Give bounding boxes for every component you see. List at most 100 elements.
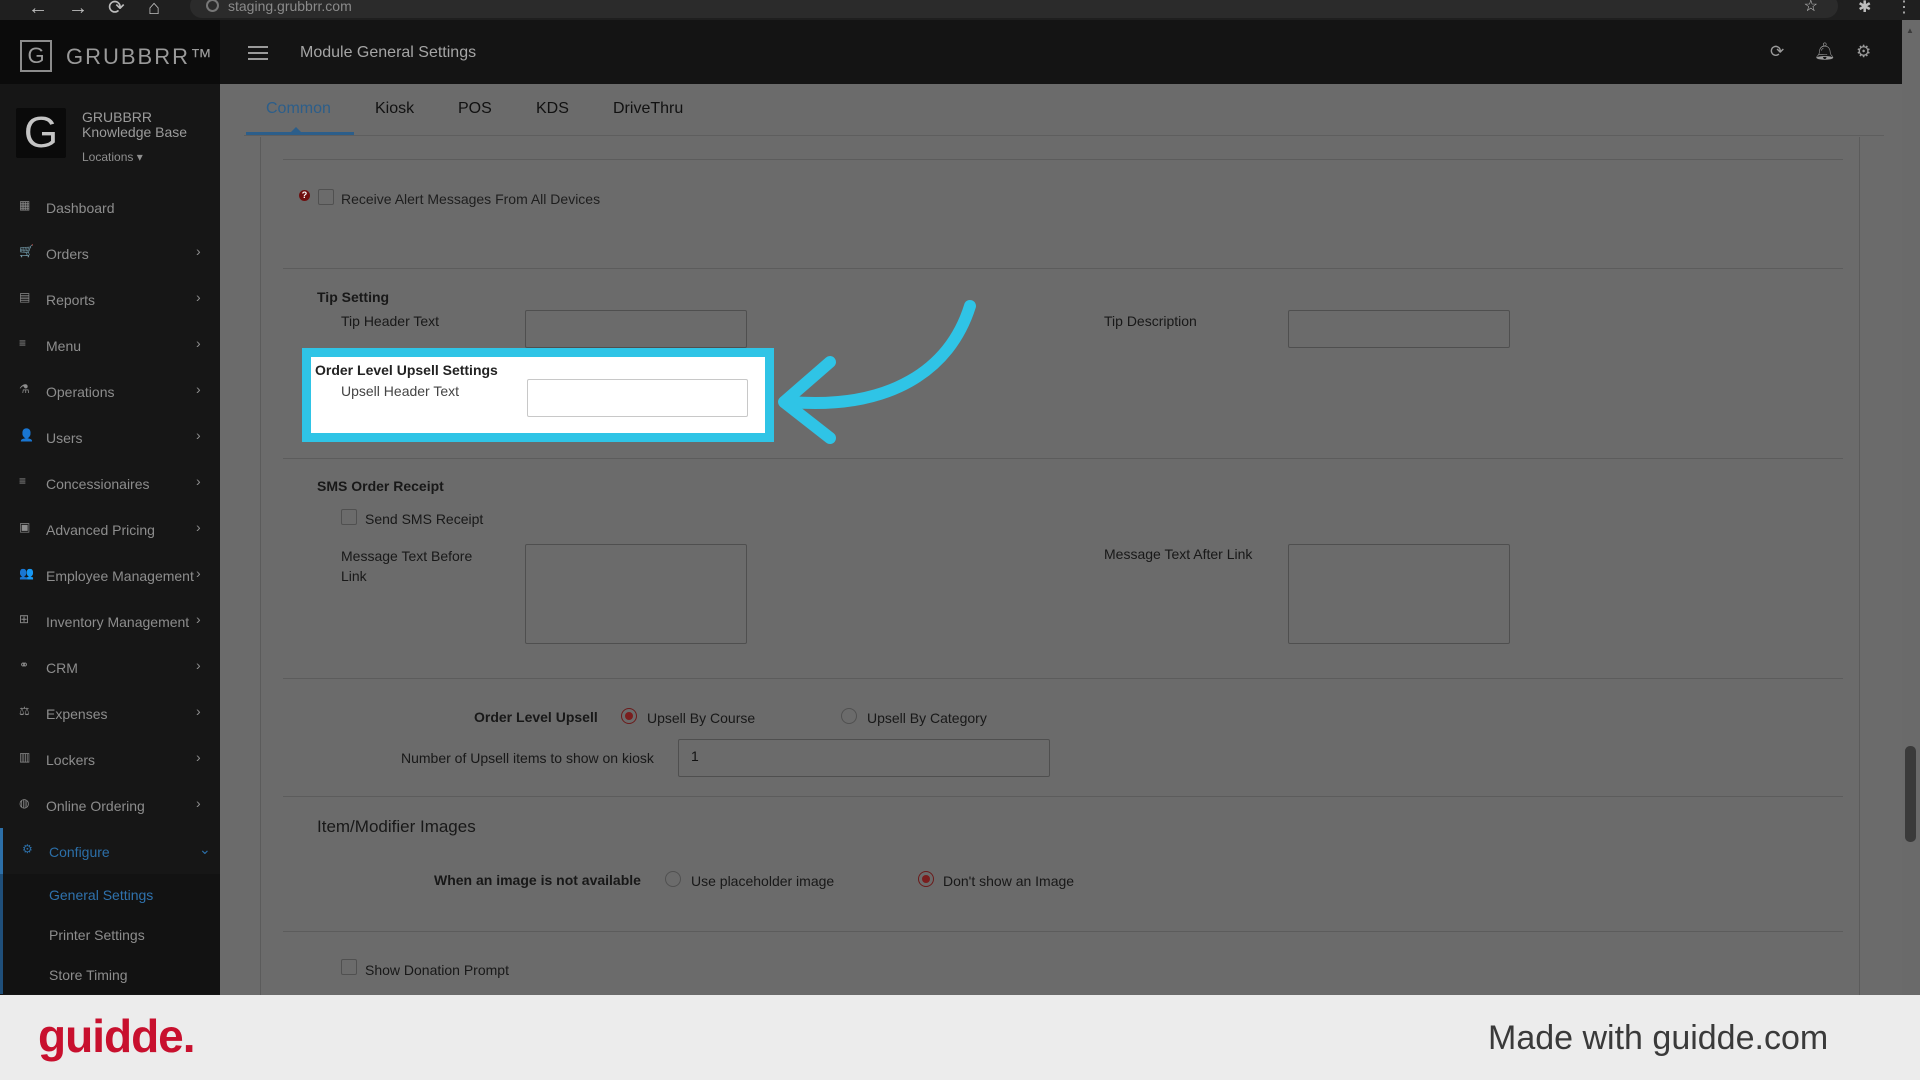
chevron-right-icon: › — [196, 657, 201, 673]
upsell-header-label: Upsell Header Text — [341, 383, 460, 399]
locations-dropdown[interactable]: Locations ▾ — [82, 150, 143, 164]
forward-icon[interactable]: → — [68, 0, 88, 20]
flask-icon: ⚗ — [19, 382, 30, 396]
sidebar-subitem-printer-settings[interactable]: Printer Settings — [3, 914, 220, 954]
sidebar-item-inventory-management[interactable]: ⊞ Inventory Management › — [0, 598, 220, 644]
globe-icon: ◍ — [19, 796, 30, 810]
active-tab-caret — [291, 127, 301, 132]
sidebar-item-label: Menu — [46, 338, 82, 354]
tip-header-label: Tip Header Text — [341, 313, 440, 329]
sidebar-item-menu[interactable]: ≡ Menu › — [0, 322, 220, 368]
sidebar-item-orders[interactable]: 🛒 Orders › — [0, 230, 220, 276]
settings-tabs: Common Kiosk POS KDS DriveThru — [244, 84, 1884, 136]
settings-panel: ? Receive Alert Messages From All Device… — [260, 137, 1860, 995]
chevron-right-icon: › — [196, 749, 201, 765]
alert-messages-checkbox[interactable] — [318, 189, 334, 205]
sidebar-item-employee-management[interactable]: 👥 Employee Management › — [0, 552, 220, 598]
help-icon[interactable]: ? — [299, 190, 310, 201]
upsell-by-course-radio[interactable] — [621, 708, 637, 724]
back-icon[interactable]: ← — [28, 0, 48, 20]
home-icon[interactable]: ⌂ — [148, 0, 160, 20]
sidebar-item-operations[interactable]: ⚗ Operations › — [0, 368, 220, 414]
menu-list-icon: ≡ — [19, 336, 27, 350]
brand-header: G GRUBBRR™ — [0, 20, 220, 84]
sidebar-item-label: CRM — [46, 660, 78, 676]
link-icon: ⚭ — [19, 658, 30, 672]
scroll-thumb[interactable] — [1905, 746, 1916, 842]
sidebar-item-reports[interactable]: ▤ Reports › — [0, 276, 220, 322]
extensions-icon[interactable]: ✱ — [1858, 0, 1871, 20]
profile-name: GRUBBRR Knowledge Base — [82, 109, 188, 140]
divider — [283, 931, 1843, 932]
guidde-logo: guidde. — [38, 1010, 196, 1062]
sidebar-subitem-store-timing[interactable]: Store Timing — [3, 954, 220, 994]
tab-pos[interactable]: POS — [458, 100, 492, 118]
sidebar-item-label: Online Ordering — [46, 798, 145, 814]
sms-section-title: SMS Order Receipt — [317, 478, 444, 494]
list-icon: ≡ — [19, 474, 27, 488]
sidebar-item-label: Lockers — [46, 752, 96, 768]
tip-description-input[interactable] — [1288, 310, 1510, 348]
site-info-icon[interactable] — [206, 0, 219, 12]
sidebar-item-advanced-pricing[interactable]: ▣ Advanced Pricing › — [0, 506, 220, 552]
chevron-right-icon: › — [196, 795, 201, 811]
tab-kiosk[interactable]: Kiosk — [375, 100, 414, 118]
chevron-right-icon: › — [196, 243, 201, 259]
upsell-section-title: Order Level Upsell Settings — [315, 362, 498, 378]
browser-menu-icon[interactable]: ⋮ — [1896, 0, 1912, 20]
hamburger-menu-icon[interactable] — [248, 46, 268, 64]
sidebar-item-label: Users — [46, 430, 83, 446]
chevron-right-icon: › — [196, 519, 201, 535]
sidebar: G GRUBBRR™ G GRUBBRR Knowledge Base Loca… — [0, 20, 220, 995]
dont-show-image-radio[interactable] — [918, 871, 934, 887]
chevron-right-icon: › — [196, 427, 201, 443]
avatar: G — [16, 108, 66, 158]
bell-icon[interactable]: 🔔︎ — [1814, 42, 1836, 62]
donation-prompt-label: Show Donation Prompt — [365, 962, 509, 978]
sidebar-item-dashboard[interactable]: ▦ Dashboard — [0, 184, 220, 230]
page-scrollbar[interactable]: ▲ — [1902, 20, 1920, 995]
upsell-count-input[interactable]: 1 — [678, 739, 1050, 777]
users-icon: 👤 — [19, 428, 34, 442]
scroll-up-icon[interactable]: ▲ — [1906, 26, 1914, 35]
divider — [283, 678, 1843, 679]
refresh-icon[interactable]: ⟳ — [1770, 42, 1784, 62]
upsell-by-course-label: Upsell By Course — [647, 710, 756, 726]
address-bar[interactable]: staging.grubbrr.com ☆ — [190, 0, 1838, 18]
upsell-header-input[interactable] — [527, 379, 748, 417]
chevron-right-icon: › — [196, 473, 201, 489]
sidebar-item-expenses[interactable]: ⚖ Expenses › — [0, 690, 220, 736]
sidebar-item-configure[interactable]: ⚙ Configure ⌄ — [0, 828, 220, 874]
tip-header-input[interactable] — [525, 310, 747, 348]
order-level-upsell-label: Order Level Upsell — [474, 709, 598, 725]
send-sms-checkbox[interactable] — [341, 509, 357, 525]
upsell-by-category-radio[interactable] — [841, 708, 857, 724]
tab-common[interactable]: Common — [266, 100, 331, 118]
brand-name: GRUBBRR™ — [66, 44, 215, 69]
page-title: Module General Settings — [300, 44, 477, 61]
sidebar-item-crm[interactable]: ⚭ CRM › — [0, 644, 220, 690]
tab-kds[interactable]: KDS — [536, 100, 569, 118]
sidebar-item-label: Advanced Pricing — [46, 522, 155, 538]
sidebar-item-users[interactable]: 👤 Users › — [0, 414, 220, 460]
use-placeholder-radio[interactable] — [665, 871, 681, 887]
gear-icon: ⚙ — [22, 842, 33, 856]
sidebar-item-label: Concessionaires — [46, 476, 150, 492]
sidebar-item-online-ordering[interactable]: ◍ Online Ordering › — [0, 782, 220, 828]
settings-gear-icon[interactable]: ⚙ — [1856, 42, 1871, 62]
highlighted-upsell-settings: Order Level Upsell Settings Upsell Heade… — [302, 348, 774, 442]
active-tab-indicator — [246, 132, 354, 135]
msg-before-label: Message Text Before Link — [341, 548, 473, 584]
sidebar-item-label: Dashboard — [46, 200, 115, 216]
bookmark-star-icon[interactable]: ☆ — [1804, 0, 1818, 16]
sidebar-item-label: Inventory Management — [46, 614, 190, 630]
reload-icon[interactable]: ⟳ — [108, 0, 125, 20]
tab-drivethru[interactable]: DriveThru — [613, 100, 683, 118]
sidebar-subitem-general-settings[interactable]: General Settings — [3, 874, 220, 914]
sidebar-item-lockers[interactable]: ▥ Lockers › — [0, 736, 220, 782]
msg-before-textarea[interactable] — [525, 544, 747, 644]
sidebar-item-concessionaires[interactable]: ≡ Concessionaires › — [0, 460, 220, 506]
sidebar-item-label: Expenses — [46, 706, 108, 722]
donation-prompt-checkbox[interactable] — [341, 959, 357, 975]
msg-after-textarea[interactable] — [1288, 544, 1510, 644]
